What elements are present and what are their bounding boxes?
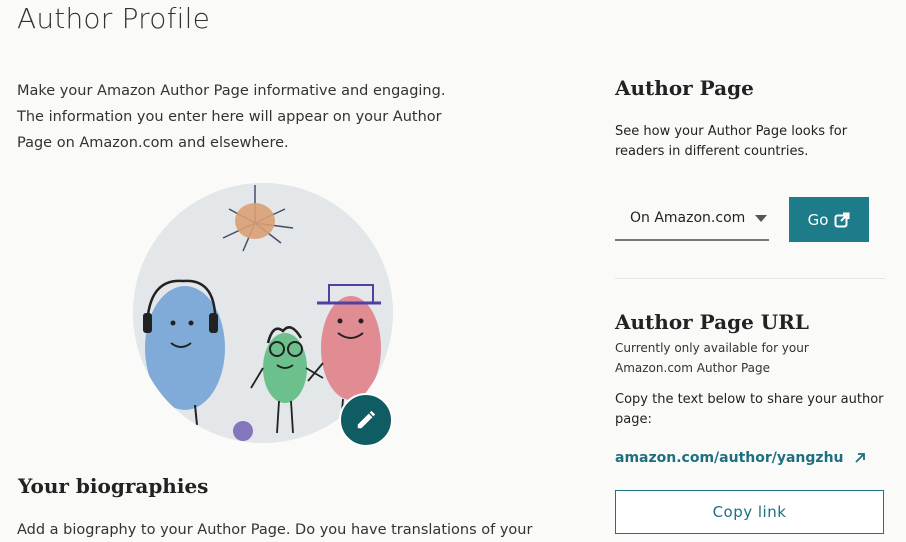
author-page-heading: Author Page: [615, 76, 754, 100]
biographies-text: Add a biography to your Author Page. Do …: [17, 522, 533, 538]
author-page-url-heading: Author Page URL: [615, 310, 809, 334]
arrow-up-right-icon: [854, 453, 865, 463]
author-page-description: See how your Author Page looks for reade…: [615, 124, 848, 159]
external-link-icon: [834, 212, 850, 227]
section-divider: [615, 278, 885, 279]
biographies-heading: Your biographies: [18, 474, 209, 498]
url-availability-note: Currently only available for your Amazon…: [615, 341, 809, 375]
go-button[interactable]: Go: [789, 197, 869, 242]
marketplace-select-value: On Amazon.com: [630, 210, 746, 226]
marketplace-select[interactable]: On Amazon.com: [615, 197, 769, 241]
copy-link-button[interactable]: Copy link: [615, 490, 884, 534]
profile-photo-section: [133, 183, 395, 447]
copy-hint-text: Copy the text below to share your author…: [615, 392, 884, 427]
pencil-icon: [357, 410, 376, 429]
author-page-url-text: amazon.com/author/yangzhu: [615, 450, 844, 466]
chevron-down-icon: [755, 215, 767, 222]
author-page-url-link[interactable]: amazon.com/author/yangzhu: [615, 450, 866, 466]
edit-photo-button[interactable]: [339, 393, 393, 447]
intro-text: Make your Amazon Author Page informative…: [17, 83, 446, 151]
page-title: Author Profile: [17, 2, 211, 35]
go-button-label: Go: [807, 210, 829, 229]
